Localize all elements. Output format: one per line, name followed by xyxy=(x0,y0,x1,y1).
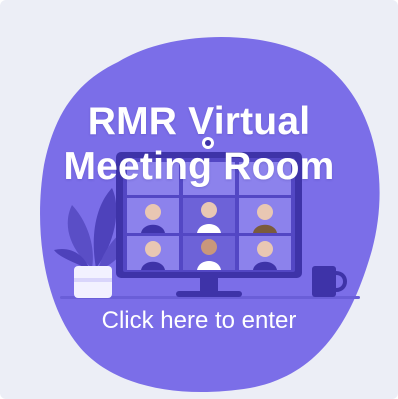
virtual-meeting-room-card[interactable]: RMR Virtual Meeting Room Click here to e… xyxy=(0,0,398,399)
card-title-line-1: RMR Virtual xyxy=(87,100,311,143)
card-title-line-2: Meeting Room xyxy=(63,145,335,188)
video-conference-illustration xyxy=(40,36,380,393)
enter-meeting-link[interactable]: Click here to enter xyxy=(0,306,398,336)
